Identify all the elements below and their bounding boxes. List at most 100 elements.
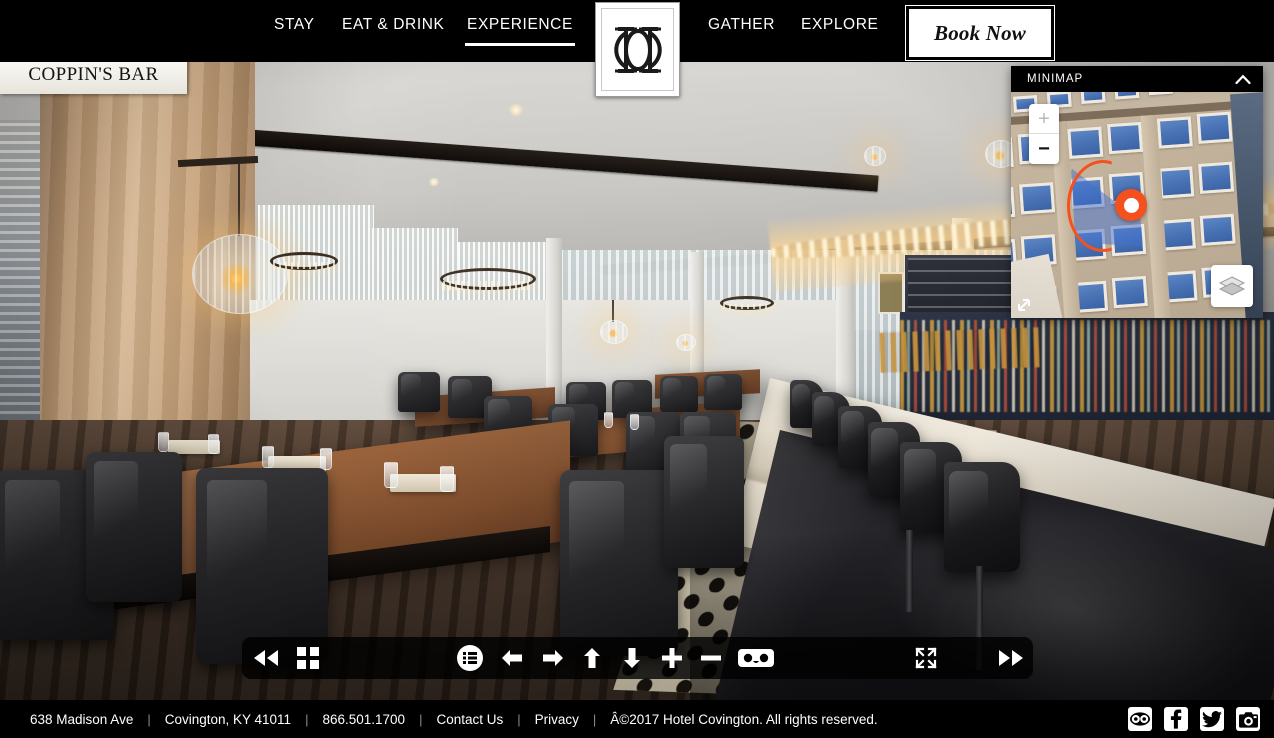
minimap-zoom-control[interactable]: + − xyxy=(1029,104,1059,164)
previous-scene-button[interactable] xyxy=(246,637,286,679)
arrow-up-icon xyxy=(584,648,600,668)
footer-separator: | xyxy=(147,711,151,727)
nav-label: STAY xyxy=(274,16,315,33)
facade-window xyxy=(1199,213,1236,246)
chandelier xyxy=(270,252,338,270)
stool-leg xyxy=(906,530,913,612)
tripadvisor-owl-icon xyxy=(1130,712,1150,726)
scene-title: COPPIN'S BAR xyxy=(28,64,159,85)
pan-down-button[interactable] xyxy=(612,637,652,679)
zoom-out-button[interactable] xyxy=(691,637,731,679)
footer-separator: | xyxy=(592,711,597,727)
logo-frame xyxy=(601,8,674,91)
footer-link-privacy[interactable]: Privacy xyxy=(535,712,579,727)
facade-window xyxy=(1198,161,1235,194)
vr-goggles-icon xyxy=(738,649,774,667)
nav-item-explore[interactable]: EXPLORE xyxy=(801,16,878,34)
water-glass xyxy=(630,414,639,430)
minimap-zoom-out-button[interactable]: − xyxy=(1029,134,1059,164)
nav-item-gather[interactable]: GATHER xyxy=(708,16,775,34)
instagram-camera-icon xyxy=(1238,711,1258,728)
facade-window xyxy=(1011,186,1016,220)
water-glass xyxy=(262,446,274,468)
social-links xyxy=(1128,705,1260,733)
dining-chair xyxy=(196,468,328,664)
scene-list-button[interactable] xyxy=(450,637,490,679)
nav-label: EAT & DRINK xyxy=(342,16,445,33)
dining-chair xyxy=(664,436,744,568)
fullscreen-button[interactable] xyxy=(906,637,946,679)
minimap-layers-button[interactable] xyxy=(1211,265,1253,307)
footer-separator: | xyxy=(305,711,309,727)
position-marker-icon[interactable] xyxy=(1115,189,1147,221)
book-now-button[interactable]: Book Now xyxy=(905,5,1055,61)
next-scene-button[interactable] xyxy=(991,637,1031,679)
hc-monogram-icon xyxy=(613,26,662,73)
footer-link-contact-us[interactable]: Contact Us xyxy=(436,712,503,727)
resize-handle-icon xyxy=(1018,299,1030,311)
footer-links: 638 Madison Ave | Covington, KY 41011 | … xyxy=(30,700,878,738)
scene-grid-button[interactable] xyxy=(288,637,328,679)
dining-chair xyxy=(86,452,182,602)
footer-copyright: Â©2017 Hotel Covington. All rights reser… xyxy=(610,711,878,727)
chevron-up-icon xyxy=(1235,74,1251,84)
minimap-panel[interactable]: MINIMAP + − xyxy=(1011,66,1263,318)
water-glass xyxy=(158,432,169,452)
nav-label: EXPERIENCE xyxy=(467,16,573,33)
hotel-covington-logo[interactable] xyxy=(595,2,680,97)
viewer-toolbar xyxy=(242,637,1033,679)
beer-taps xyxy=(879,327,1041,373)
facade-window xyxy=(1080,92,1106,104)
nav-item-eat-and-drink[interactable]: EAT & DRINK xyxy=(342,16,445,34)
pan-left-button[interactable] xyxy=(492,637,532,679)
dining-chair xyxy=(560,470,678,656)
grid-icon xyxy=(297,647,319,669)
dining-chair xyxy=(660,376,698,412)
list-icon xyxy=(457,645,483,671)
light-rod xyxy=(612,300,614,322)
pendant-light xyxy=(600,320,628,344)
facade-window xyxy=(1156,116,1193,149)
chandelier xyxy=(720,296,774,310)
page-root: STAY EAT & DRINK EXPERIENCE GATHER EXPLO… xyxy=(0,0,1274,738)
tripadvisor-icon[interactable] xyxy=(1128,707,1152,731)
footer-separator: | xyxy=(517,711,521,727)
footer-link-phone[interactable]: 866.501.1700 xyxy=(322,712,405,727)
dining-chair xyxy=(398,372,440,412)
arrow-right-icon xyxy=(543,650,563,666)
vr-mode-button[interactable] xyxy=(733,637,779,679)
instagram-icon[interactable] xyxy=(1236,707,1260,731)
footer-separator: | xyxy=(419,711,423,727)
pan-right-button[interactable] xyxy=(533,637,573,679)
minimap-canvas[interactable]: + − xyxy=(1011,92,1263,318)
footer-link-address[interactable]: 638 Madison Ave xyxy=(30,712,133,727)
minimap-collapse-button[interactable] xyxy=(1233,70,1253,88)
chandelier xyxy=(440,268,536,291)
minimap-zoom-in-button[interactable]: + xyxy=(1029,104,1059,134)
water-glass xyxy=(208,434,219,454)
site-footer: 638 Madison Ave | Covington, KY 41011 | … xyxy=(0,700,1274,738)
layers-icon xyxy=(1219,276,1245,296)
pendant-light xyxy=(676,334,696,351)
facebook-f-icon xyxy=(1170,709,1182,729)
recessed-light xyxy=(508,104,524,116)
nav-label: GATHER xyxy=(708,16,776,33)
pan-up-button[interactable] xyxy=(572,637,612,679)
recessed-light xyxy=(428,178,440,186)
facade-window xyxy=(1107,121,1144,155)
nav-item-stay[interactable]: STAY xyxy=(274,16,315,34)
pendant-light xyxy=(192,234,288,314)
expand-icon xyxy=(915,647,937,669)
minimap-resize-handle[interactable] xyxy=(1013,292,1037,316)
footer-link-city[interactable]: Covington, KY 41011 xyxy=(165,712,291,727)
water-glass xyxy=(384,462,398,488)
water-glass xyxy=(440,466,454,492)
facade-window xyxy=(1011,136,1014,170)
twitter-bird-icon xyxy=(1202,710,1222,727)
facebook-icon[interactable] xyxy=(1164,707,1188,731)
site-header: STAY EAT & DRINK EXPERIENCE GATHER EXPLO… xyxy=(0,0,1274,97)
twitter-icon[interactable] xyxy=(1200,707,1224,731)
nav-item-experience[interactable]: EXPERIENCE xyxy=(465,16,575,46)
pendant-light xyxy=(864,146,886,166)
zoom-in-button[interactable] xyxy=(652,637,692,679)
